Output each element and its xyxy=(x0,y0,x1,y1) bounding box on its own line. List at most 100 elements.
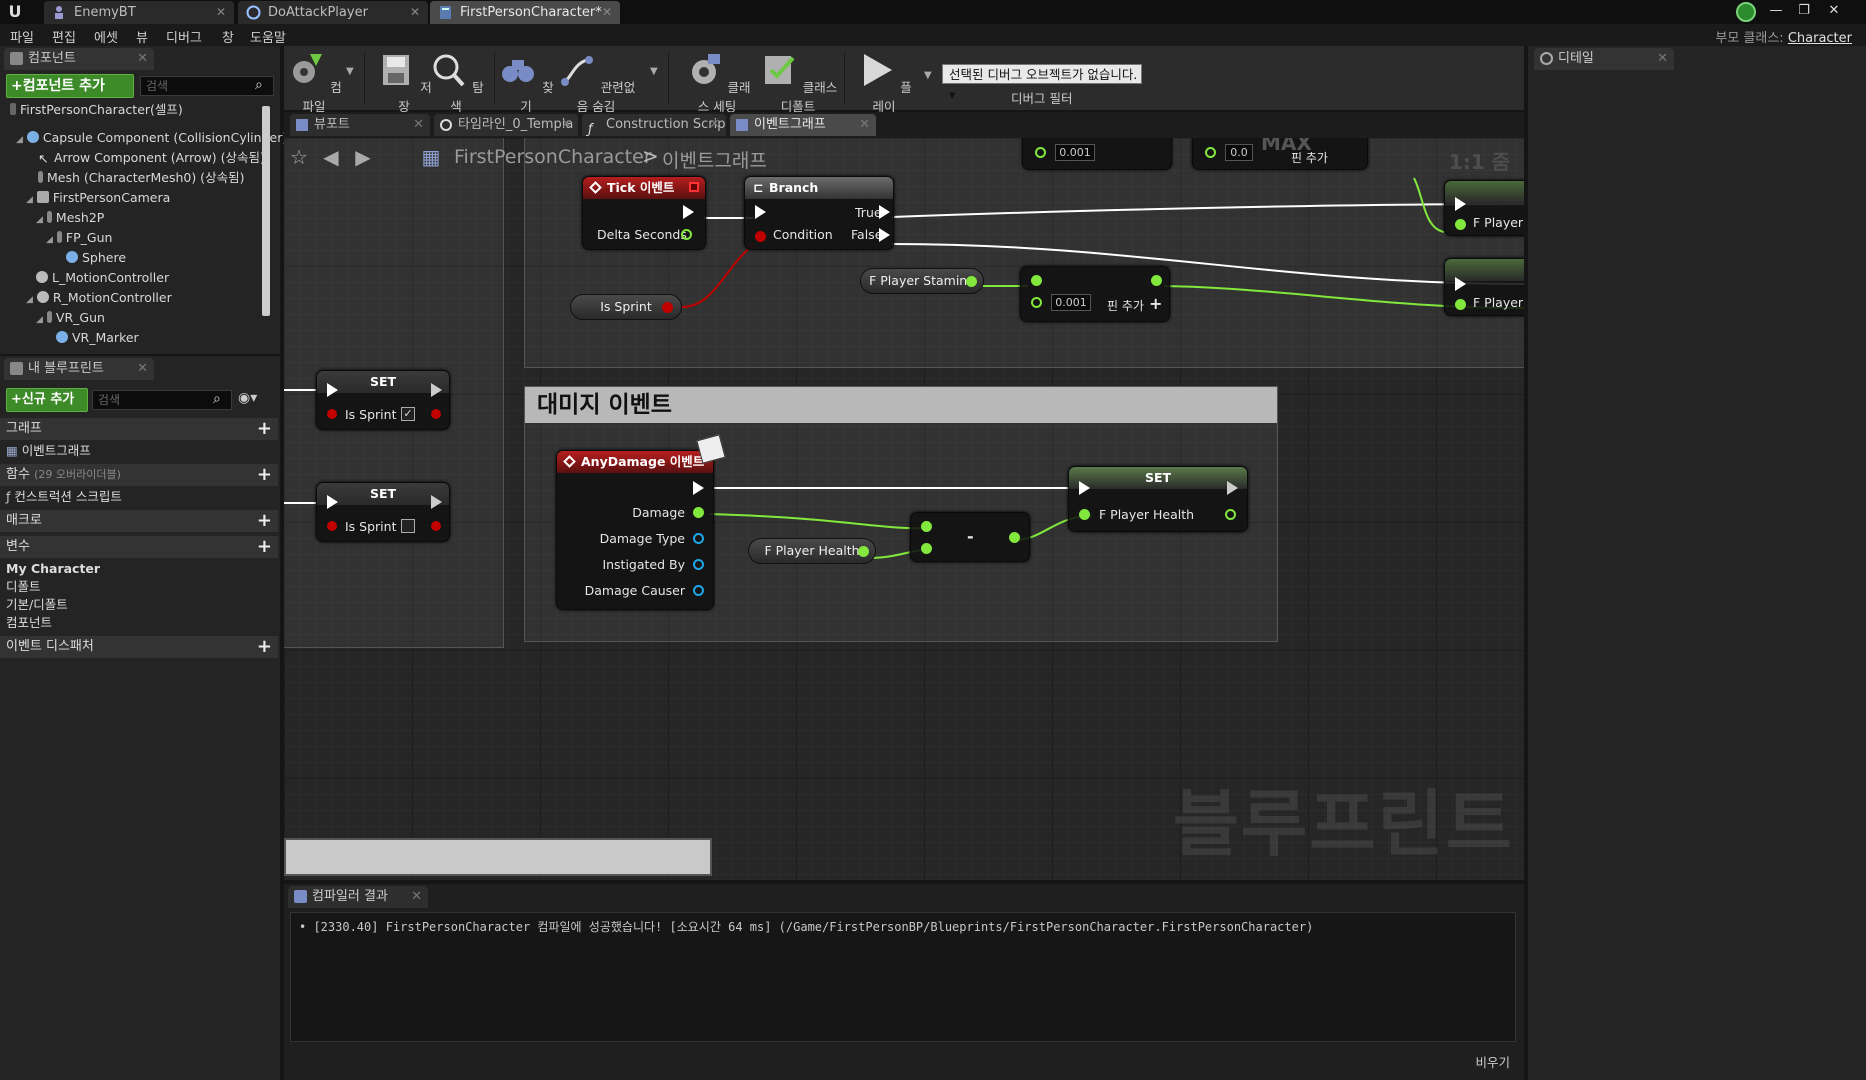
float-pin[interactable] xyxy=(966,276,977,287)
category-macros[interactable]: 매크로 + xyxy=(0,510,278,532)
value-input[interactable]: 0.001 xyxy=(1051,294,1091,311)
data-pin[interactable] xyxy=(1031,275,1042,286)
log-line[interactable]: • [2330.40] FirstPersonCharacter 컴파일에 성공… xyxy=(299,918,1313,935)
tab-my-blueprint[interactable]: 내 블루프린트 ✕ xyxy=(4,358,154,380)
node-tick-event[interactable]: Tick 이벤트 Delta Seconds xyxy=(582,176,706,250)
back-arrow-icon[interactable]: ◀ xyxy=(318,144,344,170)
damage-type-pin[interactable] xyxy=(693,533,704,544)
compile-button[interactable]: 컴파일 xyxy=(284,50,344,115)
close-icon[interactable]: ✕ xyxy=(602,1,612,24)
node-add-float[interactable]: 0.001 핀 추가 + xyxy=(1020,266,1170,322)
tree-item-mesh2p[interactable]: ◢ Mesh2P xyxy=(36,208,104,228)
is-sprint-checkbox-checked[interactable]: ✓ xyxy=(401,407,415,421)
is-sprint-checkbox-unchecked[interactable] xyxy=(401,519,415,533)
var-category-my-character[interactable]: My Character xyxy=(0,560,100,578)
play-button[interactable]: 플레이 xyxy=(854,50,914,115)
tree-item-vrgun[interactable]: ◢ VR_Gun xyxy=(36,308,105,328)
exec-out-pin[interactable] xyxy=(431,495,442,509)
tab-construction-script[interactable]: ƒ Construction Scrip ✕ xyxy=(582,114,726,137)
add-pin-label[interactable]: 핀 추가 xyxy=(1107,297,1144,314)
menu-edit[interactable]: 편집 xyxy=(52,27,76,46)
add-icon[interactable]: + xyxy=(257,636,272,658)
node-partial-right-1[interactable]: F Player S xyxy=(1444,180,1524,236)
value-input[interactable]: 0.0 xyxy=(1225,144,1253,161)
node-player-stamina-getter[interactable]: F Player Stamina xyxy=(860,268,984,294)
node-set-player-health[interactable]: SET F Player Health xyxy=(1068,466,1248,532)
compile-options-arrow-icon[interactable]: ▼ xyxy=(346,66,354,77)
menu-window[interactable]: 창 xyxy=(222,27,234,46)
damage-pin[interactable] xyxy=(693,507,704,518)
tree-item-r-motion[interactable]: ◢ R_MotionController xyxy=(26,288,172,308)
close-icon[interactable]: ✕ xyxy=(410,1,420,24)
tab-timeline[interactable]: 타임라인_0_Templa ✕ xyxy=(434,114,578,136)
tab-components[interactable]: 컴포넌트 ✕ xyxy=(4,48,154,70)
condition-pin[interactable] xyxy=(755,231,766,242)
doc-tab-doattackplayer[interactable]: DoAttackPlayer ✕ xyxy=(238,1,428,24)
class-defaults-button[interactable]: 클래스 디폴트 xyxy=(758,50,838,115)
parent-class-link[interactable]: Character xyxy=(1788,31,1852,46)
close-icon[interactable]: ✕ xyxy=(216,1,226,24)
health-pin-out[interactable] xyxy=(1225,509,1236,520)
close-icon[interactable]: ✕ xyxy=(413,114,424,136)
add-icon[interactable]: + xyxy=(257,418,272,440)
expand-arrow-icon[interactable]: ◢ xyxy=(36,215,43,225)
exec-out-pin[interactable] xyxy=(1227,481,1238,495)
data-pin[interactable] xyxy=(1035,147,1046,158)
tab-viewport[interactable]: 뷰포트 ✕ xyxy=(290,114,430,136)
tab-event-graph[interactable]: 이벤트그래프 ✕ xyxy=(730,114,876,136)
node-subtract-float[interactable]: - xyxy=(910,512,1030,562)
menu-debug[interactable]: 디버그 xyxy=(166,27,202,46)
debug-object-select[interactable]: 선택된 디버그 오브젝트가 없습니다. ▾ xyxy=(942,64,1142,102)
instigated-by-pin[interactable] xyxy=(693,559,704,570)
float-pin[interactable] xyxy=(858,546,869,557)
eye-icon[interactable]: ◉▾ xyxy=(238,390,257,406)
data-pin[interactable] xyxy=(1031,297,1042,308)
bool-pin-out[interactable] xyxy=(431,521,441,531)
star-icon[interactable]: ☆ xyxy=(286,144,312,170)
play-options-arrow-icon[interactable]: ▼ xyxy=(924,70,932,81)
doc-tab-firstpersoncharacter[interactable]: FirstPersonCharacter* ✕ xyxy=(430,1,620,24)
breadcrumb-class[interactable]: FirstPersonCharacter xyxy=(454,146,652,168)
node-partial-top-1[interactable]: 0.001 xyxy=(1022,138,1172,170)
node-set-is-sprint-true[interactable]: SET Is Sprint ✓ xyxy=(316,370,450,430)
tree-item-self[interactable]: FirstPersonCharacter(셀프) xyxy=(10,100,183,120)
hide-unrelated-button[interactable]: 관련없음 숨김 xyxy=(556,50,636,115)
breadcrumb-graph[interactable]: 이벤트그래프 xyxy=(662,146,767,173)
node-partial-right-2[interactable]: F Player S xyxy=(1444,258,1524,316)
data-pin[interactable] xyxy=(681,229,692,240)
exec-out-pin-false[interactable] xyxy=(879,228,890,242)
node-partial-top-2[interactable]: 0.0 MAX 핀 추가 xyxy=(1192,138,1368,170)
bool-pin[interactable] xyxy=(662,302,673,313)
data-pin-a[interactable] xyxy=(921,521,932,532)
data-pin[interactable] xyxy=(1455,299,1466,310)
exec-in-pin[interactable] xyxy=(327,383,338,397)
tree-item-camera[interactable]: ◢ FirstPersonCamera xyxy=(26,188,170,208)
data-pin-out[interactable] xyxy=(1009,532,1020,543)
tree-item-capsule[interactable]: ◢ Capsule Component (CollisionCylinder) xyxy=(16,128,287,148)
find-button[interactable]: 찾기 xyxy=(496,50,556,115)
tree-item-fpgun[interactable]: ◢ FP_Gun xyxy=(46,228,112,248)
doc-tab-enemybt[interactable]: EnemyBT ✕ xyxy=(44,1,234,24)
hide-unrelated-options-arrow-icon[interactable]: ▼ xyxy=(650,66,658,77)
expand-arrow-icon[interactable]: ◢ xyxy=(46,235,53,245)
add-icon[interactable]: + xyxy=(257,464,272,486)
class-settings-button[interactable]: 클래스 세팅 xyxy=(680,50,754,115)
category-event-dispatchers[interactable]: 이벤트 디스패처 + xyxy=(0,636,278,658)
close-icon[interactable]: ✕ xyxy=(411,886,422,908)
minimize-icon[interactable]: — xyxy=(1764,2,1788,20)
restore-icon[interactable]: ❐ xyxy=(1792,2,1816,20)
exec-in-pin[interactable] xyxy=(1455,277,1466,291)
expand-arrow-icon[interactable]: ◢ xyxy=(26,295,33,305)
browse-button[interactable]: 탐색 xyxy=(426,50,486,115)
expand-arrow-icon[interactable]: ◢ xyxy=(26,195,33,205)
exec-in-pin[interactable] xyxy=(327,495,338,509)
category-functions[interactable]: 함수 (29 오버라이더블) + xyxy=(0,464,278,486)
data-pin[interactable] xyxy=(1205,147,1216,158)
exec-out-pin[interactable] xyxy=(683,205,694,219)
close-icon[interactable]: ✕ xyxy=(859,114,870,136)
exec-out-pin-true[interactable] xyxy=(879,205,890,219)
tree-item-vrmarker[interactable]: VR_Marker xyxy=(56,328,139,348)
data-pin-b[interactable] xyxy=(921,543,932,554)
value-input[interactable]: 0.001 xyxy=(1055,144,1095,161)
add-icon[interactable]: + xyxy=(257,510,272,532)
